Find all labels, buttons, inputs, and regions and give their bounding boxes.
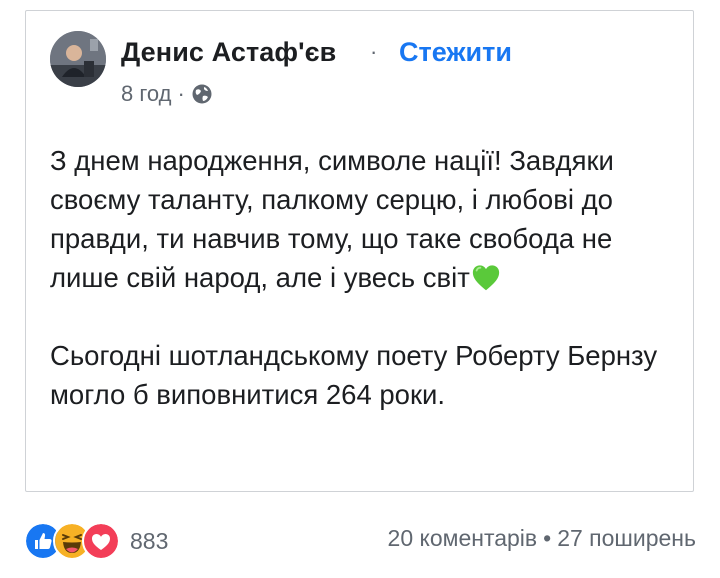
reaction-count: 883 [130,527,169,554]
post-paragraph: З днем народження, символе нації! Завдяк… [50,145,614,293]
post-paragraph: Сьогодні шотландському поету Роберту Бер… [50,340,658,410]
globe-icon[interactable] [191,83,213,105]
love-icon [82,522,120,560]
shares-count[interactable]: 27 поширень [557,525,696,551]
post-text: З днем народження, символе нації! Завдяк… [50,141,680,414]
green-heart-icon [472,265,499,291]
post-time[interactable]: 8 год [121,81,171,107]
avatar-photo-icon [50,31,106,87]
post-card: Денис Астаф'єв · Стежити 8 год · З днем … [25,10,694,492]
stats-separator: • [543,525,552,551]
avatar[interactable] [50,31,106,87]
author-separator: · [370,39,378,64]
post-stats: 20 коментарів • 27 поширень [388,525,696,552]
comments-count[interactable]: 20 коментарів [388,525,538,551]
post-meta: 8 год · [121,81,213,107]
author-name[interactable]: Денис Астаф'єв [121,37,336,68]
meta-separator: · [177,81,185,106]
follow-button[interactable]: Стежити [399,37,512,68]
reactions-summary[interactable]: 883 [24,522,168,560]
